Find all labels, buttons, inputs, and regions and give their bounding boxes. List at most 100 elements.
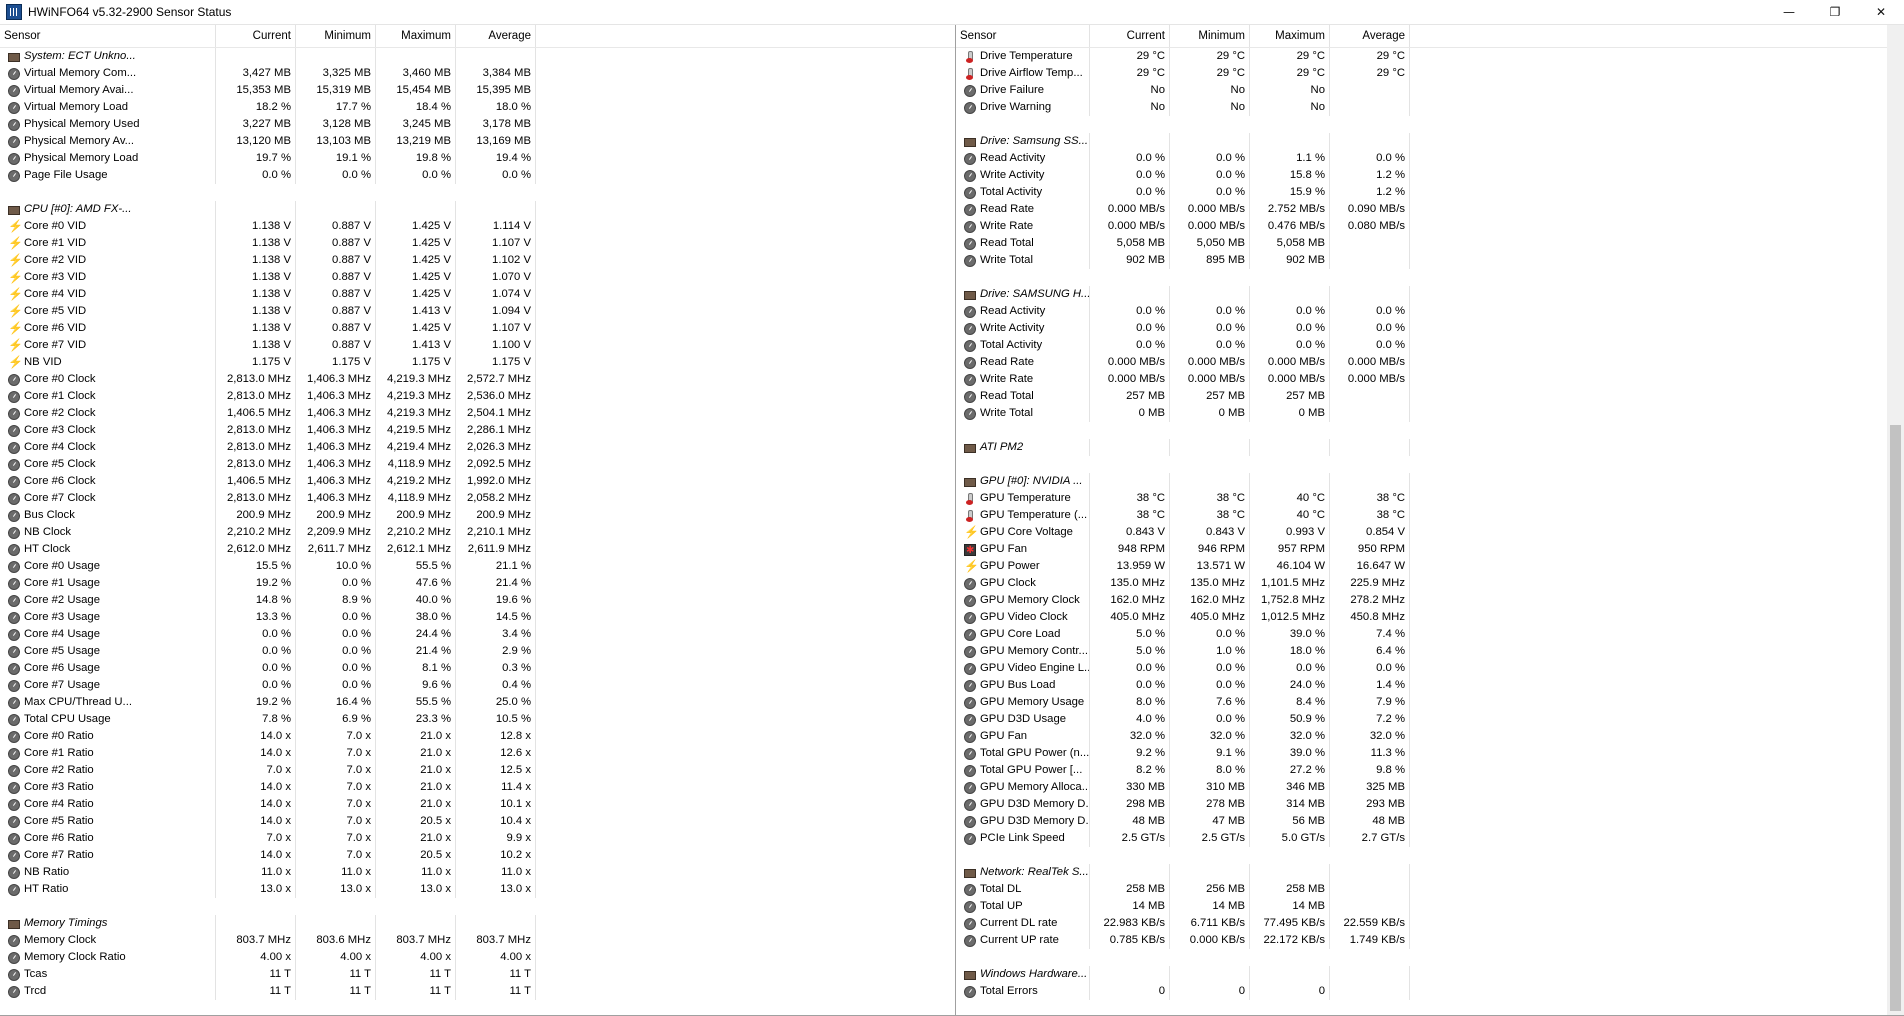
sensor-row[interactable]: NB Clock 2,210.2 MHz 2,209.9 MHz 2,210.2 MH… bbox=[0, 524, 955, 541]
column-header-minimum[interactable]: Minimum bbox=[296, 25, 376, 47]
column-header-sensor[interactable]: Sensor bbox=[956, 25, 1090, 47]
sensor-row[interactable]: GPU Core Load 5.0 % 0.0 % 39.0 % 7.4 % bbox=[956, 626, 1904, 643]
sensor-row[interactable]: GPU Memory Usage 8.0 % 7.6 % 8.4 % 7.9 % bbox=[956, 694, 1904, 711]
minimize-button[interactable]: — bbox=[1766, 0, 1812, 24]
sensor-row[interactable]: Write Activity 0.0 % 0.0 % 15.8 % 1.2 % bbox=[956, 167, 1904, 184]
sensor-row[interactable]: Read Total 257 MB 257 MB 257 MB bbox=[956, 388, 1904, 405]
sensor-row[interactable]: Core #1 VID 1.138 V0.887 V1.425 V1.107 V bbox=[0, 235, 955, 252]
sensor-row[interactable]: GPU Fan 948 RPM946 RPM957 RPM950 RPM bbox=[956, 541, 1904, 558]
sensor-row[interactable]: Total DL 258 MB 256 MB 258 MB bbox=[956, 881, 1904, 898]
sensor-row[interactable]: GPU Bus Load 0.0 % 0.0 % 24.0 % 1.4 % bbox=[956, 677, 1904, 694]
sensor-row[interactable]: Read Activity 0.0 % 0.0 % 1.1 % 0.0 % bbox=[956, 150, 1904, 167]
sensor-row[interactable]: Core #6 Clock 1,406.5 MHz 1,406.3 MHz 4,219… bbox=[0, 473, 955, 490]
sensor-row[interactable]: Core #5 Usage 0.0 % 0.0 % 21.4 % 2.9 % bbox=[0, 643, 955, 660]
column-header-sensor[interactable]: Sensor bbox=[0, 25, 216, 47]
sensor-group-row[interactable]: Memory Timings bbox=[0, 915, 955, 932]
sensor-group-row[interactable]: Drive: Samsung SS... bbox=[956, 133, 1904, 150]
sensor-row[interactable]: Total Errors 0 0 0 bbox=[956, 983, 1904, 1000]
sensor-row[interactable]: Core #7 VID 1.138 V0.887 V1.413 V1.100 V bbox=[0, 337, 955, 354]
sensor-group-row[interactable]: ATI PM2 bbox=[956, 439, 1904, 456]
sensor-row[interactable]: GPU Video Engine L... 0.0 % 0.0 % 0.0 % 0.0 … bbox=[956, 660, 1904, 677]
sensor-row[interactable]: Write Total 902 MB 895 MB 902 MB bbox=[956, 252, 1904, 269]
sensor-row[interactable]: Core #7 Ratio 14.0 x 7.0 x 20.5 x 10.2 x bbox=[0, 847, 955, 864]
sensor-row[interactable]: Core #1 Ratio 14.0 x 7.0 x 21.0 x 12.6 x bbox=[0, 745, 955, 762]
sensor-row[interactable]: Core #5 Clock 2,813.0 MHz 1,406.3 MHz 4,118… bbox=[0, 456, 955, 473]
sensor-row[interactable]: Read Activity 0.0 % 0.0 % 0.0 % 0.0 % bbox=[956, 303, 1904, 320]
sensor-row[interactable]: Memory Clock 803.7 MHz 803.6 MHz 803.7 MHz 8… bbox=[0, 932, 955, 949]
sensor-row[interactable]: Core #7 Usage 0.0 % 0.0 % 9.6 % 0.4 % bbox=[0, 677, 955, 694]
sensor-row[interactable]: Read Rate 0.000 MB/s 0.000 MB/s 2.752 MB/s 0… bbox=[956, 201, 1904, 218]
sensor-row[interactable]: GPU Clock 135.0 MHz 135.0 MHz 1,101.5 MHz 22… bbox=[956, 575, 1904, 592]
sensor-row[interactable]: Core #4 VID 1.138 V0.887 V1.425 V1.074 V bbox=[0, 286, 955, 303]
restore-button[interactable]: ❐ bbox=[1812, 0, 1858, 24]
sensor-row[interactable]: GPU Video Clock 405.0 MHz 405.0 MHz 1,012.5… bbox=[956, 609, 1904, 626]
sensor-row[interactable]: Core #2 Ratio 7.0 x 7.0 x 21.0 x 12.5 x bbox=[0, 762, 955, 779]
sensor-row[interactable]: GPU Memory Clock 162.0 MHz 162.0 MHz 1,752.… bbox=[956, 592, 1904, 609]
sensor-row[interactable]: Memory Clock Ratio 4.00 x 4.00 x 4.00 x 4.00… bbox=[0, 949, 955, 966]
sensor-row[interactable]: Core #7 Clock 2,813.0 MHz 1,406.3 MHz 4,118… bbox=[0, 490, 955, 507]
sensor-row[interactable]: Tcas 11 T 11 T 11 T 11 T bbox=[0, 966, 955, 983]
sensor-row[interactable]: Total Activity 0.0 % 0.0 % 15.9 % 1.2 % bbox=[956, 184, 1904, 201]
column-header-maximum[interactable]: Maximum bbox=[376, 25, 456, 47]
sensor-row[interactable]: Write Total 0 MB 0 MB 0 MB bbox=[956, 405, 1904, 422]
sensor-row[interactable]: Core #5 VID 1.138 V0.887 V1.413 V1.094 V bbox=[0, 303, 955, 320]
sensor-row[interactable]: Virtual Memory Load 18.2 % 17.7 % 18.4 % 18.… bbox=[0, 99, 955, 116]
column-header-minimum[interactable]: Minimum bbox=[1170, 25, 1250, 47]
sensor-row[interactable]: Virtual Memory Avai... 15,353 MB 15,319 MB… bbox=[0, 82, 955, 99]
sensor-row[interactable]: Core #1 Usage 19.2 % 0.0 % 47.6 % 21.4 % bbox=[0, 575, 955, 592]
sensor-row[interactable]: Drive Airflow Temp... 29 °C 29 °C 29 °C 29 °… bbox=[956, 65, 1904, 82]
sensor-row[interactable]: Max CPU/Thread U... 19.2 % 16.4 % 55.5 % 25.… bbox=[0, 694, 955, 711]
sensor-group-row[interactable]: Network: RealTek S... bbox=[956, 864, 1904, 881]
sensor-row[interactable]: GPU Power 13.959 W13.571 W46.104 W16.647 … bbox=[956, 558, 1904, 575]
sensor-row[interactable]: Core #4 Clock 2,813.0 MHz 1,406.3 MHz 4,219… bbox=[0, 439, 955, 456]
sensor-row[interactable]: Core #2 Usage 14.8 % 8.9 % 40.0 % 19.6 % bbox=[0, 592, 955, 609]
column-header-average[interactable]: Average bbox=[1330, 25, 1410, 47]
sensor-row[interactable]: Core #0 Clock 2,813.0 MHz 1,406.3 MHz 4,219… bbox=[0, 371, 955, 388]
sensor-row[interactable]: GPU D3D Memory D... 48 MB 47 MB 56 MB 48 MB bbox=[956, 813, 1904, 830]
sensor-row[interactable]: Read Rate 0.000 MB/s 0.000 MB/s 0.000 MB/s 0… bbox=[956, 354, 1904, 371]
sensor-row[interactable]: GPU D3D Memory D... 298 MB 278 MB 314 MB 293… bbox=[956, 796, 1904, 813]
sensor-row[interactable]: Page File Usage 0.0 % 0.0 % 0.0 % 0.0 % bbox=[0, 167, 955, 184]
sensor-row[interactable]: Core #6 VID 1.138 V0.887 V1.425 V1.107 V bbox=[0, 320, 955, 337]
sensor-row[interactable]: Physical Memory Used 3,227 MB 3,128 MB 3,24… bbox=[0, 116, 955, 133]
sensor-row[interactable]: Write Activity 0.0 % 0.0 % 0.0 % 0.0 % bbox=[956, 320, 1904, 337]
sensor-row[interactable]: Current DL rate 22.983 KB/s 6.711 KB/s 77.4… bbox=[956, 915, 1904, 932]
sensor-row[interactable]: Core #0 VID 1.138 V0.887 V1.425 V1.114 V bbox=[0, 218, 955, 235]
sensor-row[interactable]: NB VID1.175 V1.175 V1.175 V1.175 V bbox=[0, 354, 955, 371]
scrollbar-thumb[interactable] bbox=[1890, 425, 1901, 1011]
sensor-row[interactable]: Write Rate 0.000 MB/s 0.000 MB/s 0.000 MB/s… bbox=[956, 371, 1904, 388]
sensor-row[interactable]: Core #6 Ratio 7.0 x 7.0 x 21.0 x 9.9 x bbox=[0, 830, 955, 847]
sensor-row[interactable]: Read Total 5,058 MB 5,050 MB 5,058 MB bbox=[956, 235, 1904, 252]
sensor-row[interactable]: Total GPU Power [... 8.2 % 8.0 % 27.2 % 9.8 … bbox=[956, 762, 1904, 779]
sensor-row[interactable]: Core #3 Clock 2,813.0 MHz 1,406.3 MHz 4,219… bbox=[0, 422, 955, 439]
sensor-row[interactable]: GPU Fan 32.0 % 32.0 % 32.0 % 32.0 % bbox=[956, 728, 1904, 745]
sensor-row[interactable]: Core #0 Ratio 14.0 x 7.0 x 21.0 x 12.8 x bbox=[0, 728, 955, 745]
sensor-row[interactable]: Core #0 Usage 15.5 % 10.0 % 55.5 % 21.1 % bbox=[0, 558, 955, 575]
sensor-row[interactable]: Core #4 Ratio 14.0 x 7.0 x 21.0 x 10.1 x bbox=[0, 796, 955, 813]
sensor-table-left[interactable]: Sensor Current Minimum Maximum Average S… bbox=[0, 25, 956, 1015]
sensor-row[interactable]: HT Ratio 13.0 x 13.0 x 13.0 x 13.0 x bbox=[0, 881, 955, 898]
sensor-table-right[interactable]: Sensor Current Minimum Maximum Average D… bbox=[956, 25, 1904, 1015]
sensor-row[interactable]: Drive Warning No No No bbox=[956, 99, 1904, 116]
sensor-row[interactable]: NB Ratio 11.0 x 11.0 x 11.0 x 11.0 x bbox=[0, 864, 955, 881]
sensor-row[interactable]: Core #6 Usage 0.0 % 0.0 % 8.1 % 0.3 % bbox=[0, 660, 955, 677]
column-header-maximum[interactable]: Maximum bbox=[1250, 25, 1330, 47]
sensor-row[interactable]: Core #1 Clock 2,813.0 MHz 1,406.3 MHz 4,219… bbox=[0, 388, 955, 405]
sensor-row[interactable]: GPU Memory Alloca... 330 MB 310 MB 346 MB 32… bbox=[956, 779, 1904, 796]
sensor-row[interactable]: GPU Temperature (... 38 °C 38 °C 40 °C 38 °C bbox=[956, 507, 1904, 524]
sensor-row[interactable]: Drive Failure No No No bbox=[956, 82, 1904, 99]
sensor-row[interactable]: Core #3 Ratio 14.0 x 7.0 x 21.0 x 11.4 x bbox=[0, 779, 955, 796]
sensor-row[interactable]: Current UP rate 0.785 KB/s 0.000 KB/s 22.17… bbox=[956, 932, 1904, 949]
sensor-row[interactable]: Core #3 Usage 13.3 % 0.0 % 38.0 % 14.5 % bbox=[0, 609, 955, 626]
sensor-row[interactable]: GPU Temperature 38 °C 38 °C 40 °C 38 °C bbox=[956, 490, 1904, 507]
sensor-row[interactable]: Total GPU Power (n... 9.2 % 9.1 % 39.0 % 11.… bbox=[956, 745, 1904, 762]
vertical-scrollbar[interactable] bbox=[1887, 25, 1904, 1015]
sensor-row[interactable]: Core #2 Clock 1,406.5 MHz 1,406.3 MHz 4,219… bbox=[0, 405, 955, 422]
sensor-row[interactable]: Trcd 11 T 11 T 11 T 11 T bbox=[0, 983, 955, 1000]
sensor-row[interactable]: Write Rate 0.000 MB/s 0.000 MB/s 0.476 MB/s… bbox=[956, 218, 1904, 235]
sensor-row[interactable]: GPU Memory Contr... 5.0 % 1.0 % 18.0 % 6.4 % bbox=[956, 643, 1904, 660]
sensor-row[interactable]: Drive Temperature 29 °C 29 °C 29 °C 29 °C bbox=[956, 48, 1904, 65]
sensor-row[interactable]: GPU Core Voltage0.843 V0.843 V0.993 V0.8… bbox=[956, 524, 1904, 541]
sensor-row[interactable]: Core #5 Ratio 14.0 x 7.0 x 20.5 x 10.4 x bbox=[0, 813, 955, 830]
sensor-group-row[interactable]: Drive: SAMSUNG H... bbox=[956, 286, 1904, 303]
